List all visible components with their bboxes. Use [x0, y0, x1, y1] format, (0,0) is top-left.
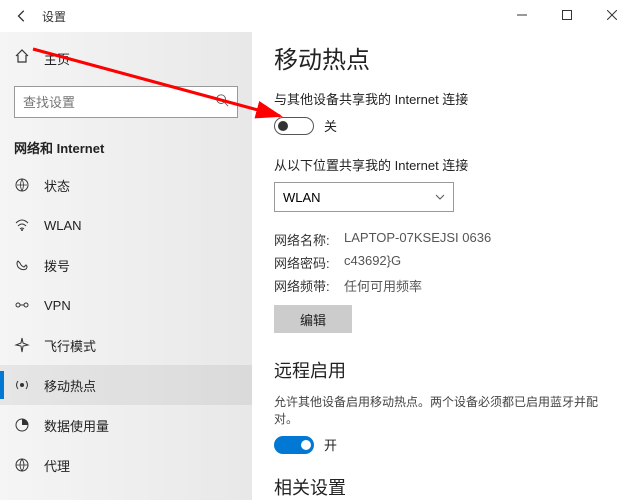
share-from-label: 从以下位置共享我的 Internet 连接: [274, 155, 612, 174]
share-from-select[interactable]: WLAN: [274, 182, 454, 212]
nav-proxy[interactable]: 代理: [0, 445, 252, 485]
content-pane: 移动热点 与其他设备共享我的 Internet 连接 关 从以下位置共享我的 I…: [252, 32, 634, 500]
wifi-icon: [14, 217, 30, 233]
nav-vpn[interactable]: VPN: [0, 285, 252, 325]
minimize-button[interactable]: [499, 0, 544, 30]
nav-airplane[interactable]: 飞行模式: [0, 325, 252, 365]
share-state: 关: [324, 116, 337, 135]
vpn-icon: [14, 297, 30, 313]
data-usage-icon: [14, 417, 30, 433]
page-title: 移动热点: [274, 40, 612, 75]
nav-label: 移动热点: [44, 376, 96, 395]
nav-label: 拨号: [44, 256, 70, 275]
related-title: 相关设置: [274, 474, 612, 500]
home-icon: [14, 48, 30, 69]
remote-title: 远程启用: [274, 357, 612, 383]
nav-label: 状态: [44, 176, 70, 195]
close-button[interactable]: [589, 0, 634, 30]
nav-wlan[interactable]: WLAN: [0, 205, 252, 245]
nav-label: VPN: [44, 298, 71, 313]
info-network-password: 网络密码: c43692}G: [274, 253, 612, 272]
proxy-icon: [14, 457, 30, 473]
status-icon: [14, 177, 30, 193]
toggle-off-track: [274, 117, 314, 135]
nav-label: WLAN: [44, 218, 82, 233]
nav-dialup[interactable]: 拨号: [0, 245, 252, 285]
home-label: 主页: [44, 49, 70, 68]
select-value: WLAN: [283, 190, 321, 205]
search-icon: [215, 93, 229, 112]
share-label: 与其他设备共享我的 Internet 连接: [274, 89, 612, 108]
back-button[interactable]: [12, 6, 32, 26]
share-toggle[interactable]: 关: [274, 116, 612, 135]
remote-state: 开: [324, 435, 337, 454]
airplane-icon: [14, 337, 30, 353]
nav-label: 代理: [44, 456, 70, 475]
nav-status[interactable]: 状态: [0, 165, 252, 205]
hotspot-icon: [14, 377, 30, 393]
nav-label: 数据使用量: [44, 416, 109, 435]
search-box[interactable]: [14, 86, 238, 118]
remote-desc: 允许其他设备启用移动热点。两个设备必须都已启用蓝牙并配对。: [274, 393, 612, 427]
search-input[interactable]: [23, 95, 215, 110]
remote-toggle[interactable]: 开: [274, 435, 612, 454]
toggle-on-track: [274, 436, 314, 454]
chevron-down-icon: [435, 190, 445, 205]
home-nav[interactable]: 主页: [0, 40, 252, 76]
nav-hotspot[interactable]: 移动热点: [0, 365, 252, 405]
maximize-button[interactable]: [544, 0, 589, 30]
nav-data-usage[interactable]: 数据使用量: [0, 405, 252, 445]
info-network-name: 网络名称: LAPTOP-07KSEJSI 0636: [274, 230, 612, 249]
sidebar: 主页 网络和 Internet 状态 WLAN 拨号 VPN 飞行模式: [0, 32, 252, 500]
edit-button[interactable]: 编辑: [274, 305, 352, 333]
window-title: 设置: [42, 8, 66, 25]
dialup-icon: [14, 257, 30, 273]
info-network-band: 网络频带: 任何可用频率: [274, 276, 612, 295]
category-header: 网络和 Internet: [0, 130, 252, 165]
nav-label: 飞行模式: [44, 336, 96, 355]
